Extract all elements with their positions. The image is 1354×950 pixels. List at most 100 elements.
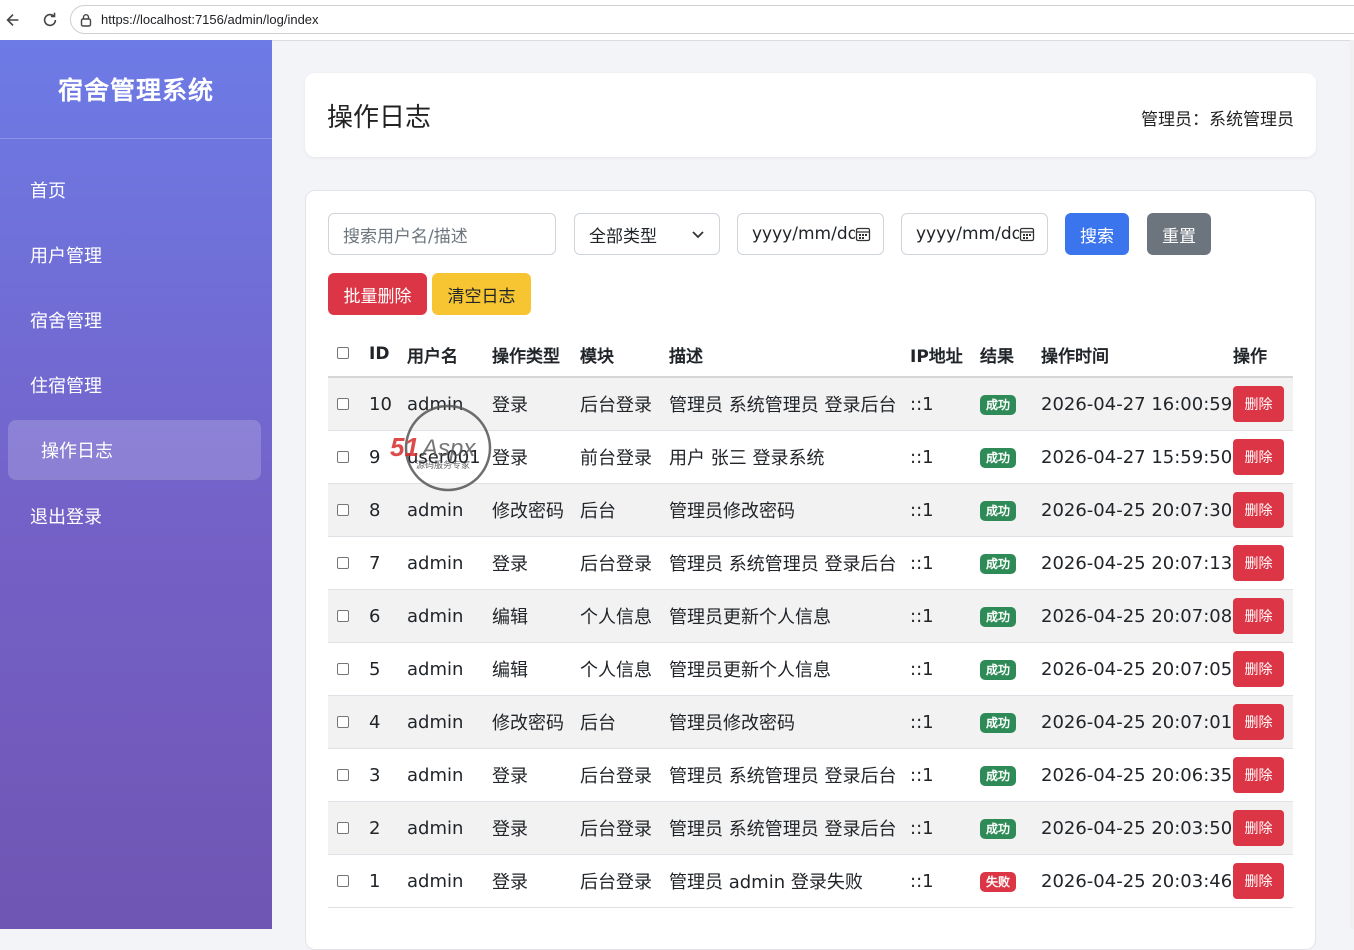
url-text: https://localhost:7156/admin/log/index <box>101 12 319 27</box>
column-header-username[interactable]: 用户名 <box>407 332 492 378</box>
cell-description: 管理员 系统管理员 登录后台 <box>669 801 910 855</box>
cell-ip: ::1 <box>910 430 980 484</box>
row-select-cell <box>328 483 369 537</box>
sidebar: 宿舍管理系统 首页 用户管理 宿舍管理 住宿管理 操作日志 退出登录 <box>0 40 272 929</box>
cell-ip: ::1 <box>910 536 980 590</box>
sidebar-item-logout[interactable]: 退出登录 <box>8 486 261 546</box>
start-date-input[interactable]: yyyy/mm/dd <box>737 213 884 255</box>
row-checkbox[interactable] <box>337 556 349 569</box>
cell-time: 2026-04-25 20:03:46 <box>1041 854 1233 908</box>
calendar-icon[interactable] <box>855 226 871 242</box>
cell-result: 成功 <box>980 483 1041 537</box>
column-header-type[interactable]: 操作类型 <box>492 332 580 378</box>
sidebar-item-lodging[interactable]: 住宿管理 <box>8 355 261 415</box>
cell-module: 后台 <box>580 695 669 749</box>
delete-row-button[interactable]: 删除 <box>1233 704 1284 740</box>
cell-time: 2026-04-25 20:07:13 <box>1041 536 1233 590</box>
delete-row-button[interactable]: 删除 <box>1233 545 1284 581</box>
cell-type: 编辑 <box>492 589 580 643</box>
delete-row-button[interactable]: 删除 <box>1233 757 1284 793</box>
cell-time: 2026-04-27 16:00:59 <box>1041 377 1233 431</box>
delete-row-button[interactable]: 删除 <box>1233 439 1284 475</box>
row-checkbox[interactable] <box>337 821 349 834</box>
column-header-description[interactable]: 描述 <box>669 347 703 367</box>
cell-ip: ::1 <box>910 483 980 537</box>
column-header-module[interactable]: 模块 <box>580 342 669 367</box>
cell-username: admin <box>407 748 492 802</box>
row-checkbox[interactable] <box>337 503 349 516</box>
delete-row-button[interactable]: 删除 <box>1233 386 1284 422</box>
sidebar-item-users[interactable]: 用户管理 <box>8 225 261 285</box>
delete-row-button[interactable]: 删除 <box>1233 810 1284 846</box>
cell-username: admin <box>407 695 492 749</box>
sidebar-item-logs[interactable]: 操作日志 <box>8 420 261 480</box>
clear-logs-button[interactable]: 清空日志 <box>432 273 531 315</box>
table-row: 9 user001 登录 前台登录 用户 张三 登录系统::1 成功 2026-04-27 … <box>328 430 1293 484</box>
app-brand: 宿舍管理系统 <box>0 40 272 139</box>
column-header-result[interactable]: 结果 <box>980 332 1041 378</box>
sidebar-item-home[interactable]: 首页 <box>8 160 261 220</box>
cell-id: 6 <box>369 589 407 643</box>
reset-button[interactable]: 重置 <box>1147 213 1211 255</box>
cell-actions: 删除 <box>1233 695 1293 749</box>
cell-type: 修改密码 <box>492 483 580 537</box>
row-checkbox[interactable] <box>337 609 349 622</box>
page-scrollbar[interactable] <box>1350 40 1354 929</box>
cell-description: 管理员更新个人信息 <box>669 642 910 696</box>
search-input[interactable]: 搜索用户名/描述 <box>328 213 556 255</box>
cell-result: 成功 <box>980 695 1041 749</box>
cell-actions: 删除 <box>1233 536 1293 590</box>
column-header-time[interactable]: 操作时间 <box>1041 332 1233 378</box>
cell-id: 7 <box>369 536 407 590</box>
end-date-input[interactable]: yyyy/mm/dd <box>901 213 1048 255</box>
cell-time: 2026-04-25 20:06:35 <box>1041 748 1233 802</box>
row-checkbox[interactable] <box>337 397 349 410</box>
row-checkbox[interactable] <box>337 662 349 675</box>
select-all-checkbox[interactable] <box>337 347 349 359</box>
type-select-value: 全部类型 <box>589 226 657 247</box>
sidebar-item-dorms[interactable]: 宿舍管理 <box>8 290 261 350</box>
page-title: 操作日志 <box>327 102 432 133</box>
table-row: 6 admin 编辑 个人信息 管理员更新个人信息::1 成功 2026-04-25 20:… <box>328 589 1293 643</box>
row-checkbox[interactable] <box>337 874 349 887</box>
search-button[interactable]: 搜索 <box>1065 213 1129 255</box>
cell-actions: 删除 <box>1233 483 1293 537</box>
column-header-id[interactable]: ID <box>369 332 407 378</box>
calendar-icon[interactable] <box>1019 226 1035 242</box>
reload-icon[interactable] <box>40 10 60 30</box>
cell-description: 管理员 系统管理员 登录后台 <box>669 748 910 802</box>
cell-time: 2026-04-25 20:07:30 <box>1041 483 1233 537</box>
delete-row-button[interactable]: 删除 <box>1233 492 1284 528</box>
back-arrow-icon[interactable] <box>3 10 23 30</box>
cell-actions: 删除 <box>1233 377 1293 431</box>
row-checkbox[interactable] <box>337 768 349 781</box>
delete-row-button[interactable]: 删除 <box>1233 863 1284 899</box>
row-select-cell <box>328 430 369 484</box>
cell-actions: 删除 <box>1233 430 1293 484</box>
column-header-ip[interactable]: IP地址 <box>910 332 980 378</box>
cell-ip: ::1 <box>910 801 980 855</box>
cell-id: 3 <box>369 748 407 802</box>
row-checkbox[interactable] <box>337 715 349 728</box>
status-badge: 成功 <box>980 607 1017 627</box>
cell-type: 登录 <box>492 801 580 855</box>
cell-module: 个人信息 <box>580 589 669 643</box>
address-bar[interactable]: https://localhost:7156/admin/log/index <box>70 5 1354 34</box>
cell-module: 个人信息 <box>580 642 669 696</box>
status-badge: 成功 <box>980 554 1017 574</box>
cell-type: 登录 <box>492 430 580 484</box>
batch-delete-button[interactable]: 批量删除 <box>328 273 427 315</box>
status-badge: 成功 <box>980 766 1017 786</box>
delete-row-button[interactable]: 删除 <box>1233 598 1284 634</box>
type-select[interactable]: 全部类型 <box>574 213 720 255</box>
row-checkbox[interactable] <box>337 450 349 463</box>
delete-row-button[interactable]: 删除 <box>1233 651 1284 687</box>
cell-type: 登录 <box>492 377 580 431</box>
cell-time: 2026-04-25 20:07:05 <box>1041 642 1233 696</box>
cell-module: 后台登录 <box>580 854 669 908</box>
cell-time: 2026-04-27 15:59:50 <box>1041 430 1233 484</box>
site-info-icon[interactable] <box>79 13 93 27</box>
table-row: 1 admin 登录 后台登录 管理员 admin 登录失败::1 失败 2026-04-2… <box>328 854 1293 908</box>
row-select-cell <box>328 642 369 696</box>
cell-id: 2 <box>369 801 407 855</box>
